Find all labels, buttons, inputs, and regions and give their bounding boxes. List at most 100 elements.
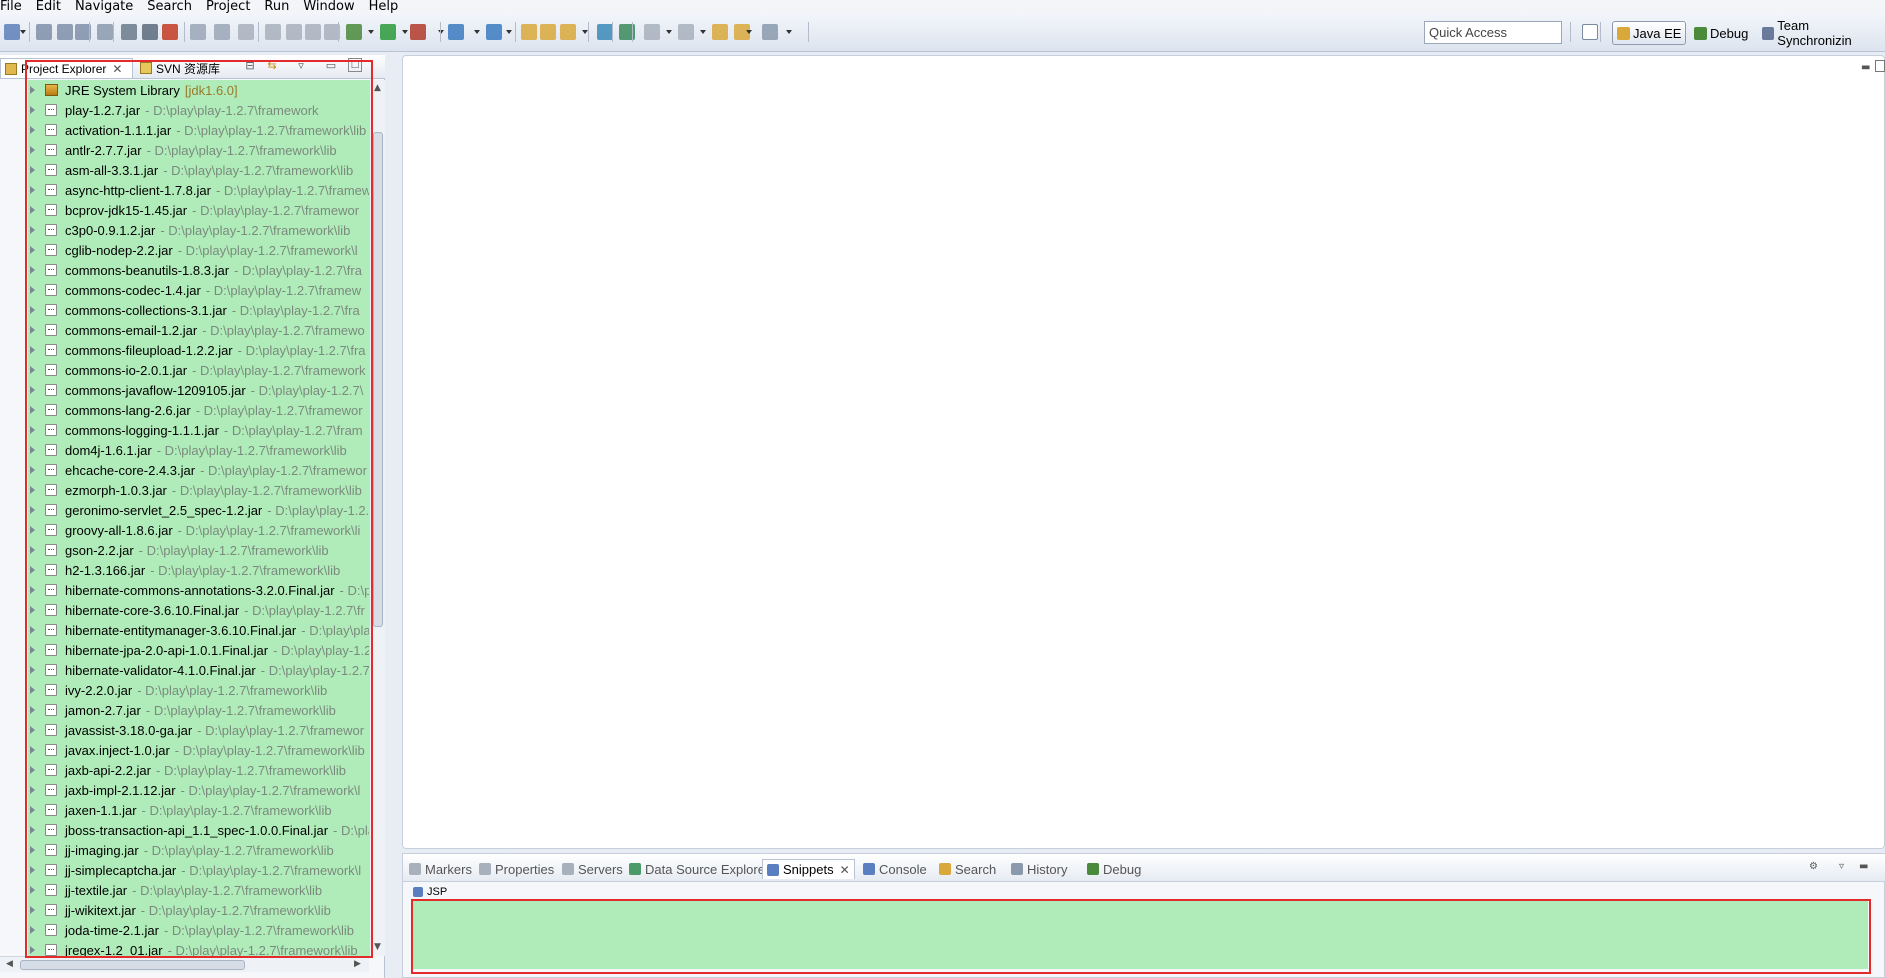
- tree-item[interactable]: asm-all-3.3.1.jar - D:\play\play-1.2.7\fr…: [28, 160, 370, 180]
- expand-arrow-icon[interactable]: [30, 666, 35, 674]
- scroll-up-icon[interactable]: ▲: [374, 83, 381, 93]
- scroll-down-icon[interactable]: ▼: [374, 942, 381, 952]
- tree-item[interactable]: jj-textile.jar - D:\play\play-1.2.7\frame…: [28, 880, 370, 900]
- expand-arrow-icon[interactable]: [30, 846, 35, 854]
- tab-data-source-explorer[interactable]: Data Source Explorer: [629, 859, 769, 879]
- expand-arrow-icon[interactable]: [30, 526, 35, 534]
- tree-item[interactable]: commons-beanutils-1.8.3.jar - D:\play\pla…: [28, 260, 370, 280]
- expand-arrow-icon[interactable]: [30, 346, 35, 354]
- tree-item[interactable]: JRE System Library [jdk1.6.0]: [28, 80, 370, 100]
- tree-item[interactable]: joda-time-2.1.jar - D:\play\play-1.2.7\fr…: [28, 920, 370, 940]
- expand-arrow-icon[interactable]: [30, 826, 35, 834]
- tree-item[interactable]: dom4j-1.6.1.jar - D:\play\play-1.2.7\fram…: [28, 440, 370, 460]
- tree-item[interactable]: commons-collections-3.1.jar - D:\play\pla…: [28, 300, 370, 320]
- new-icon[interactable]: [4, 24, 20, 40]
- debug-icon[interactable]: [346, 24, 362, 40]
- expand-arrow-icon[interactable]: [30, 506, 35, 514]
- back-icon[interactable]: [712, 24, 728, 40]
- tree-item[interactable]: javassist-3.18.0-ga.jar - D:\play\play-1.…: [28, 720, 370, 740]
- horizontal-scrollbar[interactable]: ◀ ▶: [0, 956, 369, 972]
- tree-item[interactable]: jaxen-1.1.jar - D:\play\play-1.2.7\framew…: [28, 800, 370, 820]
- expand-arrow-icon[interactable]: [30, 546, 35, 554]
- tab-markers[interactable]: Markers: [409, 859, 472, 879]
- expand-arrow-icon[interactable]: [30, 306, 35, 314]
- expand-arrow-icon[interactable]: [30, 426, 35, 434]
- tab-snippets[interactable]: Snippets ✕: [762, 859, 855, 879]
- tree-item[interactable]: async-http-client-1.7.8.jar - D:\play\pla…: [28, 180, 370, 200]
- tree-item[interactable]: hibernate-core-3.6.10.Final.jar - D:\play…: [28, 600, 370, 620]
- tree-item[interactable]: javax.inject-1.0.jar - D:\play\play-1.2.7…: [28, 740, 370, 760]
- globe-icon[interactable]: [597, 24, 613, 40]
- external-tools-icon[interactable]: [410, 24, 426, 40]
- view-menu-icon[interactable]: ▿: [295, 60, 307, 72]
- perspective-team-synchronizin[interactable]: Team Synchronizin: [1758, 18, 1885, 48]
- undo-icon[interactable]: [190, 24, 206, 40]
- menu-window[interactable]: Window: [296, 0, 361, 14]
- expand-arrow-icon[interactable]: [30, 386, 35, 394]
- tree-item[interactable]: jj-wikitext.jar - D:\play\play-1.2.7\fram…: [28, 900, 370, 920]
- suspend-icon[interactable]: [286, 24, 302, 40]
- tree-item[interactable]: jamon-2.7.jar - D:\play\play-1.2.7\framew…: [28, 700, 370, 720]
- terminate-icon[interactable]: [305, 24, 321, 40]
- open-folder-icon[interactable]: [521, 24, 537, 40]
- maximize-icon[interactable]: [1875, 60, 1885, 72]
- tree-item[interactable]: commons-logging-1.1.1.jar - D:\play\play-…: [28, 420, 370, 440]
- expand-arrow-icon[interactable]: [30, 786, 35, 794]
- snippet-category-jsp[interactable]: JSP: [413, 886, 447, 898]
- chevron-down-icon[interactable]: [438, 30, 444, 34]
- menu-project[interactable]: Project: [199, 0, 257, 14]
- tree-item[interactable]: commons-lang-2.6.jar - D:\play\play-1.2.7…: [28, 400, 370, 420]
- maximize-icon[interactable]: □: [348, 58, 362, 72]
- customize-icon[interactable]: ⚙: [1809, 861, 1818, 872]
- tree-item[interactable]: groovy-all-1.8.6.jar - D:\play\play-1.2.7…: [28, 520, 370, 540]
- tree-item[interactable]: cglib-nodep-2.2.jar - D:\play\play-1.2.7\…: [28, 240, 370, 260]
- vertical-scrollbar[interactable]: ▲ ▼: [369, 80, 385, 956]
- expand-arrow-icon[interactable]: [30, 586, 35, 594]
- tree-item[interactable]: jaxb-api-2.2.jar - D:\play\play-1.2.7\fra…: [28, 760, 370, 780]
- prev-annotation-icon[interactable]: [678, 24, 694, 40]
- tab-history[interactable]: History: [1011, 859, 1067, 879]
- pin-icon[interactable]: [762, 24, 778, 40]
- tree-item[interactable]: bcprov-jdk15-1.45.jar - D:\play\play-1.2.…: [28, 200, 370, 220]
- resume-icon[interactable]: [265, 24, 281, 40]
- tab-svn-repository[interactable]: SVN 资源库: [136, 58, 220, 78]
- expand-arrow-icon[interactable]: [30, 326, 35, 334]
- hscrollbar-thumb[interactable]: [20, 960, 245, 970]
- expand-arrow-icon[interactable]: [30, 746, 35, 754]
- chevron-down-icon[interactable]: [666, 30, 672, 34]
- snippets-drawer[interactable]: [411, 899, 1868, 969]
- expand-arrow-icon[interactable]: [30, 646, 35, 654]
- tree-item[interactable]: commons-fileupload-1.2.2.jar - D:\play\pl…: [28, 340, 370, 360]
- expand-arrow-icon[interactable]: [30, 126, 35, 134]
- expand-arrow-icon[interactable]: [30, 726, 35, 734]
- chevron-down-icon[interactable]: [474, 30, 480, 34]
- expand-arrow-icon[interactable]: [30, 266, 35, 274]
- chevron-down-icon[interactable]: [700, 30, 706, 34]
- new-class-icon[interactable]: [486, 24, 502, 40]
- expand-arrow-icon[interactable]: [30, 946, 35, 954]
- tree-item[interactable]: commons-email-1.2.jar - D:\play\play-1.2.…: [28, 320, 370, 340]
- run-icon[interactable]: [380, 24, 396, 40]
- collapse-all-icon[interactable]: ⊟: [244, 60, 256, 72]
- tree-item[interactable]: commons-codec-1.4.jar - D:\play\play-1.2.…: [28, 280, 370, 300]
- menu-file[interactable]: File: [0, 0, 29, 14]
- expand-arrow-icon[interactable]: [30, 106, 35, 114]
- tree-item[interactable]: jj-imaging.jar - D:\play\play-1.2.7\frame…: [28, 840, 370, 860]
- tree-item[interactable]: ezmorph-1.0.3.jar - D:\play\play-1.2.7\fr…: [28, 480, 370, 500]
- chevron-down-icon[interactable]: [786, 30, 792, 34]
- open-perspective-icon[interactable]: [1582, 24, 1598, 40]
- expand-arrow-icon[interactable]: [30, 286, 35, 294]
- expand-arrow-icon[interactable]: [30, 606, 35, 614]
- tree-item[interactable]: h2-1.3.166.jar - D:\play\play-1.2.7\frame…: [28, 560, 370, 580]
- menu-search[interactable]: Search: [140, 0, 199, 14]
- chevron-down-icon[interactable]: [506, 30, 512, 34]
- close-icon[interactable]: ✕: [840, 863, 850, 877]
- search-icon[interactable]: [560, 24, 576, 40]
- tree-item[interactable]: commons-javaflow-1209105.jar - D:\play\pl…: [28, 380, 370, 400]
- view-menu-icon[interactable]: ▿: [1839, 861, 1844, 872]
- tree-item[interactable]: ehcache-core-2.4.3.jar - D:\play\play-1.2…: [28, 460, 370, 480]
- editor-area[interactable]: ▬: [402, 55, 1885, 849]
- scroll-left-icon[interactable]: ◀: [6, 959, 13, 969]
- chevron-down-icon[interactable]: [20, 30, 26, 34]
- expand-arrow-icon[interactable]: [30, 86, 35, 94]
